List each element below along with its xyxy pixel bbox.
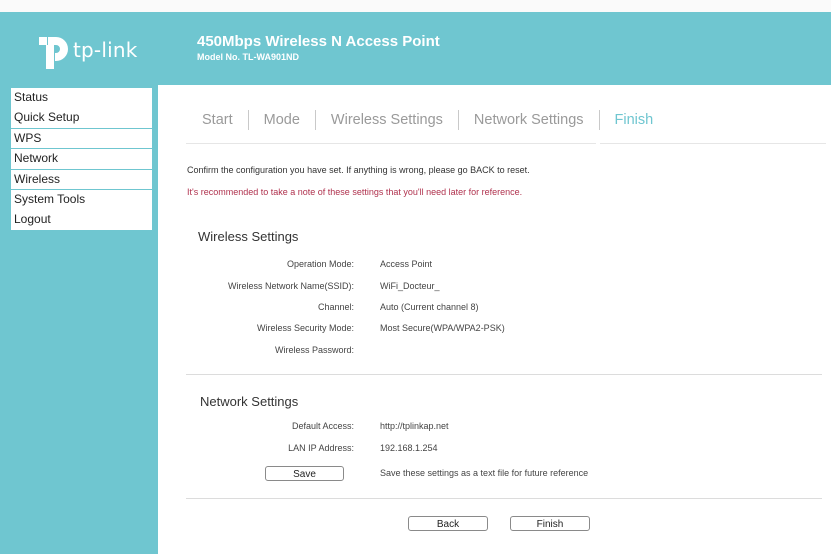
security-mode-label: Wireless Security Mode: (256, 323, 354, 333)
channel-value: Auto (Current channel 8) (380, 302, 479, 312)
section-divider (186, 498, 822, 499)
section-divider (186, 374, 822, 375)
channel-label: Channel: (317, 302, 354, 312)
tp-link-logo: tp-link (34, 33, 154, 73)
main-content: Start Mode Wireless Settings Network Set… (158, 85, 831, 554)
security-mode-value: Most Secure(WPA/WPA2-PSK) (380, 323, 505, 333)
default-access-label: Default Access: (291, 421, 354, 431)
top-strip (0, 0, 831, 12)
save-hint: Save these settings as a text file for f… (380, 468, 589, 478)
sidebar-item-quick-setup[interactable]: Quick Setup (11, 108, 152, 128)
step-wireless-settings[interactable]: Wireless Settings (316, 112, 458, 128)
ssid-value: WiFi_Docteur_ (380, 281, 440, 291)
sidebar: Status Quick Setup WPS Network Wireless … (0, 85, 158, 554)
step-start[interactable]: Start (158, 112, 248, 128)
wireless-settings-title: Wireless Settings (198, 229, 299, 244)
step-finish[interactable]: Finish (600, 112, 669, 128)
steps-underline (186, 143, 596, 144)
lan-ip-value: 192.168.1.254 (380, 443, 438, 453)
sidebar-item-wireless[interactable]: Wireless (11, 169, 152, 190)
sidebar-item-wps[interactable]: WPS (11, 128, 152, 149)
model-number: Model No. TL-WA901ND (197, 52, 300, 62)
sidebar-menu: Status Quick Setup WPS Network Wireless … (11, 88, 152, 231)
save-button[interactable]: Save (265, 466, 344, 481)
lan-ip-label: LAN IP Address: (288, 443, 354, 453)
tp-link-logo-icon (39, 37, 68, 69)
ssid-label: Wireless Network Name(SSID): (227, 281, 354, 291)
finish-button[interactable]: Finish (510, 516, 590, 531)
sidebar-item-status[interactable]: Status (11, 88, 152, 108)
header-banner: tp-link 450Mbps Wireless N Access Point … (0, 12, 831, 85)
step-mode[interactable]: Mode (249, 112, 315, 128)
network-settings-title: Network Settings (200, 394, 299, 409)
confirm-message: Confirm the configuration you have set. … (187, 165, 530, 175)
note-message: It's recommended to take a note of these… (187, 187, 523, 197)
steps-underline (600, 143, 826, 144)
sidebar-item-system-tools[interactable]: System Tools (11, 189, 152, 210)
setup-steps: Start Mode Wireless Settings Network Set… (158, 108, 668, 132)
wireless-password-label: Wireless Password: (274, 345, 354, 355)
operation-mode-label: Operation Mode: (286, 259, 354, 269)
back-button[interactable]: Back (408, 516, 488, 531)
step-network-settings[interactable]: Network Settings (459, 112, 599, 128)
default-access-value: http://tplinkap.net (380, 421, 449, 431)
product-title: 450Mbps Wireless N Access Point (197, 33, 440, 50)
sidebar-item-network[interactable]: Network (11, 149, 152, 169)
brand-name: tp-link (73, 38, 138, 62)
sidebar-item-logout[interactable]: Logout (11, 210, 152, 230)
operation-mode-value: Access Point (380, 259, 433, 269)
